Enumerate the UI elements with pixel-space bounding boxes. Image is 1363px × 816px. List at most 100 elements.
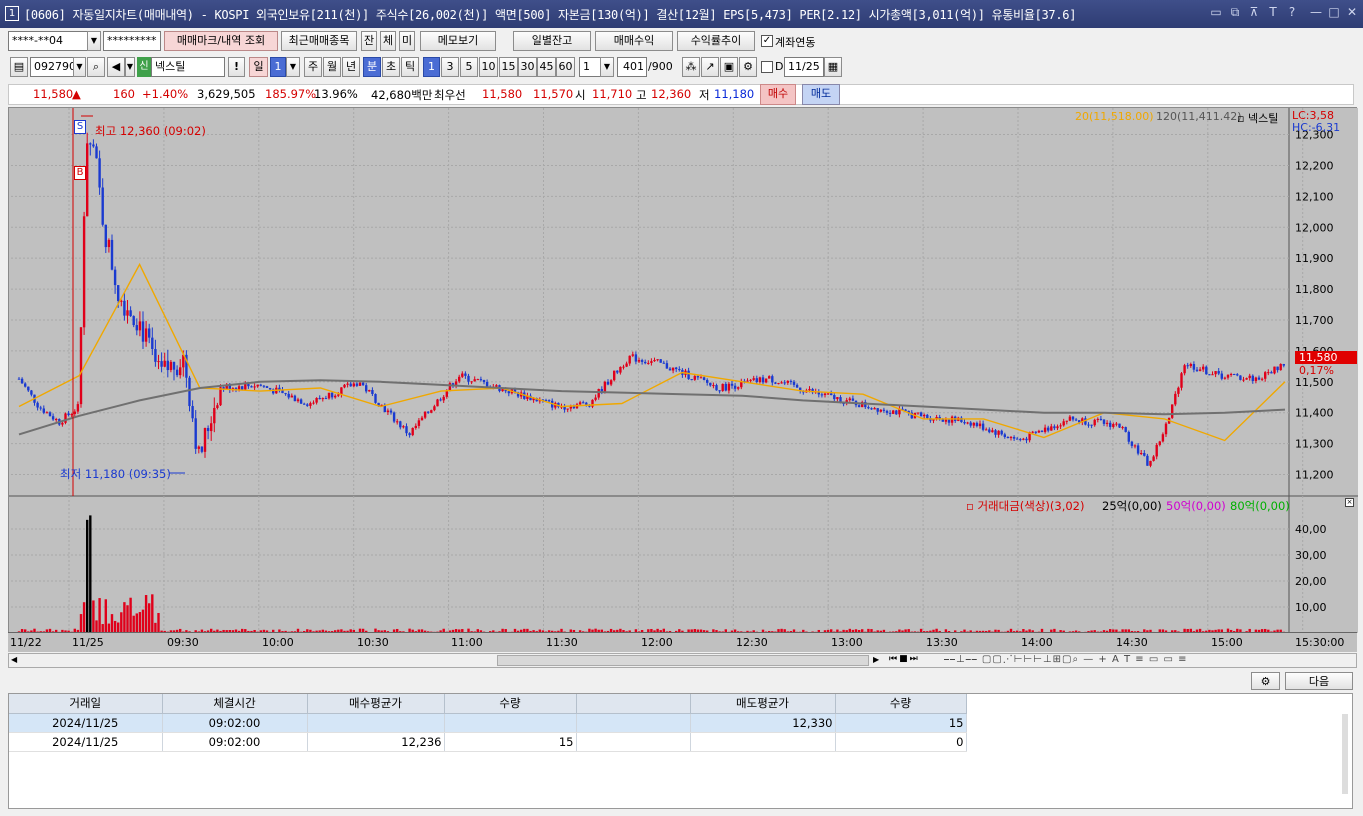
pin-icon[interactable]: ⊼ xyxy=(1246,5,1262,19)
interval-10-button[interactable]: 10 xyxy=(479,57,498,77)
time-label: 11/22 xyxy=(10,636,42,649)
period-week-button[interactable]: 주 xyxy=(304,57,322,77)
candle-body xyxy=(715,385,718,391)
candle-body xyxy=(1127,431,1130,442)
trade-profit-button[interactable]: 매매수익 xyxy=(595,31,673,51)
candle-body xyxy=(820,394,824,396)
candle-body xyxy=(340,387,343,395)
col-header[interactable]: 체결시간 xyxy=(162,694,308,714)
table-row[interactable]: 2024/11/25 09:02:00 12,236 15 0 xyxy=(9,732,967,752)
alert-button[interactable]: ! xyxy=(228,57,245,77)
col-header[interactable]: 거래일 xyxy=(9,694,163,714)
period-tick-button[interactable]: 틱 xyxy=(401,57,419,77)
playback-icons[interactable]: ⏮■⏭ xyxy=(889,654,920,664)
chart-area[interactable]: 12,300 12,200 12,100 12,000 11,900 11,800 11,7… xyxy=(8,107,1358,652)
period-year-button[interactable]: 년 xyxy=(342,57,360,77)
sell-mark[interactable]: S xyxy=(74,120,86,134)
profit-trend-button[interactable]: 수익률추이 xyxy=(677,31,755,51)
col-header[interactable]: 수량 xyxy=(835,694,967,714)
stock-name-field[interactable]: 넥스틸 xyxy=(151,57,225,77)
stock-code-input[interactable]: 092790 xyxy=(30,57,74,77)
code-dropdown-icon[interactable]: ▼ xyxy=(73,57,86,77)
interval-60-button[interactable]: 60 xyxy=(556,57,575,77)
maximize-icon[interactable]: □ xyxy=(1326,5,1342,19)
candle-body xyxy=(1124,427,1127,432)
pane-close-icon[interactable]: × xyxy=(1345,498,1354,507)
close-icon[interactable]: ✕ xyxy=(1344,5,1360,19)
indicator-icon[interactable]: ⁂ xyxy=(682,57,700,77)
account-select[interactable]: ****-**04 xyxy=(8,31,88,51)
interval-1-button[interactable]: 1 xyxy=(423,57,440,77)
period-number[interactable]: 1 xyxy=(270,57,286,77)
scroll-right-icon[interactable]: ▶ xyxy=(873,655,879,664)
candle-body xyxy=(771,376,774,383)
account-dropdown-icon[interactable]: ▼ xyxy=(87,31,101,51)
restore-icon[interactable]: ▭ xyxy=(1208,5,1224,19)
period-day-button[interactable]: 일 xyxy=(249,57,268,77)
gear-icon[interactable]: ⚙ xyxy=(1251,672,1280,690)
trade-history-grid[interactable]: 거래일 체결시간 매수평균가 수량 매도평균가 수량 2024/11/25 09… xyxy=(8,693,1353,809)
daily-balance-button[interactable]: 일별잔고 xyxy=(513,31,591,51)
col-header[interactable]: 수량 xyxy=(444,694,577,714)
date-input[interactable]: 11/25 xyxy=(784,57,824,77)
interval-30-button[interactable]: 30 xyxy=(518,57,537,77)
col-header[interactable]: 매수평균가 xyxy=(307,694,445,714)
period-dropdown-icon[interactable]: ▼ xyxy=(286,57,300,77)
account-link-checkbox[interactable]: ✓ xyxy=(761,35,773,47)
candle-body xyxy=(290,395,293,398)
scroll-thumb[interactable] xyxy=(497,655,869,666)
font-icon[interactable]: T xyxy=(1265,5,1281,19)
search-icon[interactable]: ⌕ xyxy=(87,57,105,77)
candle-body xyxy=(975,422,979,427)
period-second-button[interactable]: 초 xyxy=(382,57,400,77)
minimize-icon[interactable]: — xyxy=(1308,5,1324,19)
unfilled-button[interactable]: 미 xyxy=(399,31,415,51)
candle-body xyxy=(622,366,625,368)
interval-select[interactable]: 1 xyxy=(579,57,601,77)
col-header[interactable] xyxy=(576,694,691,714)
drawing-tools-icons[interactable]: ⎯⎯⊥⎯⎯ ▢▢⋰⊢⊢⊢⊥⊞▢⌕ — + A T ≡ ▭ ▭ ≡ xyxy=(944,654,1187,665)
cascade-icon[interactable]: ⧉ xyxy=(1227,5,1243,20)
interval-dropdown-icon[interactable]: ▼ xyxy=(600,57,614,77)
executed-button[interactable]: 체 xyxy=(380,31,396,51)
candle-body xyxy=(885,410,889,413)
candle-body xyxy=(752,378,755,380)
memo-view-button[interactable]: 메모보기 xyxy=(420,31,496,51)
gear-icon[interactable]: ⚙ xyxy=(739,57,757,77)
candle-body xyxy=(479,379,483,381)
next-button[interactable]: 다음 xyxy=(1285,672,1353,690)
interval-15-button[interactable]: 15 xyxy=(499,57,518,77)
bar-count-input[interactable]: 401 xyxy=(617,57,647,77)
period-minute-button[interactable]: 분 xyxy=(363,57,381,77)
speaker-dropdown-icon[interactable]: ▼ xyxy=(125,57,135,77)
balance-button[interactable]: 잔 xyxy=(361,31,377,51)
date-checkbox[interactable] xyxy=(761,61,773,73)
candle-body xyxy=(1043,427,1047,432)
save-icon[interactable]: ▣ xyxy=(720,57,738,77)
candle-body xyxy=(1105,422,1109,424)
calendar-icon[interactable]: ▦ xyxy=(824,57,842,77)
buy-button[interactable]: 매수 xyxy=(760,84,796,105)
password-field[interactable]: ********* xyxy=(103,31,161,51)
interval-5-button[interactable]: 5 xyxy=(460,57,478,77)
draw-icon[interactable]: ↗ xyxy=(701,57,719,77)
chart-scrollbar[interactable]: ◀ ▶ ⏮■⏭ ⎯⎯⊥⎯⎯ ▢▢⋰⊢⊢⊢⊥⊞▢⌕ — + A T ≡ ▭ ▭ ≡ xyxy=(8,653,1357,668)
price-tick-label: 11,800 xyxy=(1295,283,1334,296)
interval-3-button[interactable]: 3 xyxy=(441,57,459,77)
buy-mark[interactable]: B xyxy=(74,166,86,180)
help-icon[interactable]: ? xyxy=(1284,5,1300,19)
recent-trades-button[interactable]: 최근매매종목 xyxy=(281,31,357,51)
sell-button[interactable]: 매도 xyxy=(802,84,840,105)
speaker-icon[interactable]: ◀ xyxy=(107,57,125,77)
volume-tick-label: 30,00 xyxy=(1295,549,1327,562)
interval-45-button[interactable]: 45 xyxy=(537,57,556,77)
candle-body xyxy=(1208,374,1211,376)
grid-scrollbar[interactable] xyxy=(1342,714,1348,794)
trade-mark-query-button[interactable]: 매매마크/내역 조회 xyxy=(164,31,278,51)
scroll-left-icon[interactable]: ◀ xyxy=(11,655,17,664)
col-header[interactable]: 매도평균가 xyxy=(690,694,836,714)
period-month-button[interactable]: 월 xyxy=(323,57,341,77)
code-list-icon[interactable]: ▤ xyxy=(10,57,28,77)
price-chart-svg[interactable]: 12,30012,20012,10012,00011,90011,80011,7… xyxy=(9,108,1358,633)
table-row[interactable]: 2024/11/25 09:02:00 12,330 15 xyxy=(9,713,967,733)
